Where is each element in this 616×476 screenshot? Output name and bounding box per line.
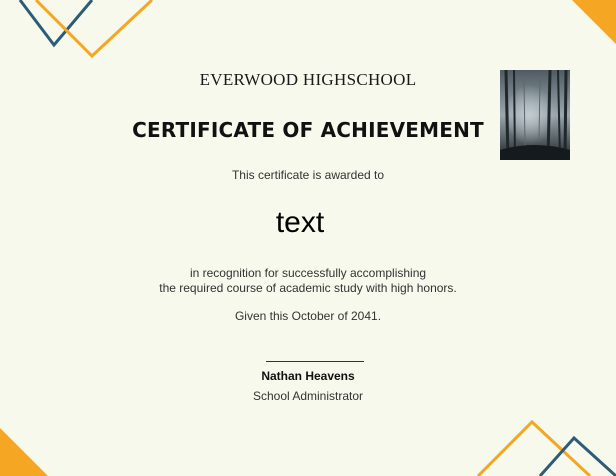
chevron-orange-top-left (34, 0, 154, 59)
given-date-text: Given this October of 2041. (234, 309, 382, 323)
school-name: EVERWOOD HIGHSCHOOL (199, 70, 417, 89)
chevron-blue-top-left (18, 0, 94, 48)
certificate-page: EVERWOOD HIGHSCHOOL CERTIFICATE OF ACHIE… (0, 0, 616, 476)
certificate-title: CERTIFICATE OF ACHIEVEMENT (132, 118, 484, 142)
signer-role: School Administrator (252, 389, 364, 403)
awarded-to-text: This certificate is awarded to (231, 168, 385, 182)
triangle-orange-top-right (572, 0, 616, 44)
chevron-blue-bottom-right (538, 435, 616, 476)
signature-line (266, 361, 364, 362)
triangle-orange-bottom-left (0, 428, 48, 476)
signer-name: Nathan Heavens (261, 369, 355, 383)
recipient-name[interactable]: text (0, 206, 600, 240)
recognition-line-2: the required course of academic study wi… (159, 281, 457, 295)
chevron-orange-bottom-right (476, 419, 592, 476)
recognition-text: in recognition for successfully accompli… (0, 266, 616, 296)
recognition-line-1: in recognition for successfully accompli… (189, 266, 427, 280)
